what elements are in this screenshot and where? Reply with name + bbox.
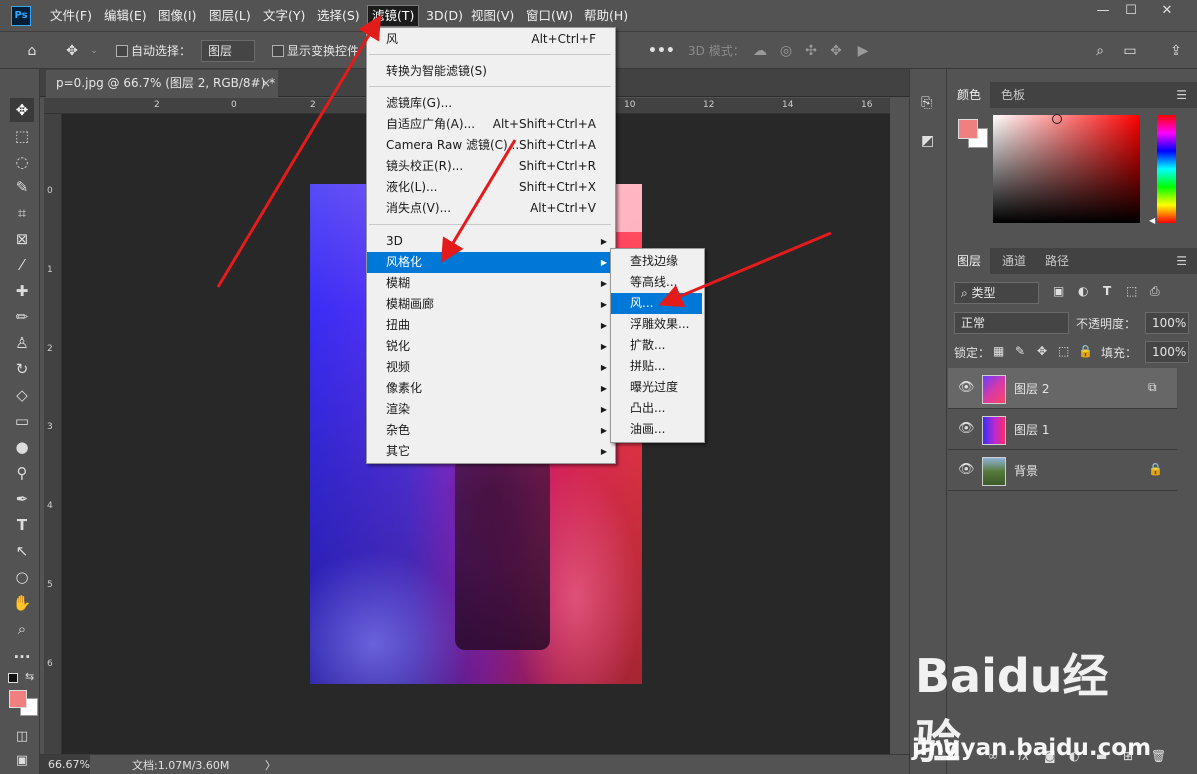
watermark-url: jingyan.baidu.com: [912, 735, 1152, 761]
annotation-arrow: [658, 231, 832, 308]
watermark-logo: Baidu经验: [915, 649, 1109, 769]
annotation-arrow: [216, 14, 382, 288]
annotation-arrow: [440, 139, 517, 264]
